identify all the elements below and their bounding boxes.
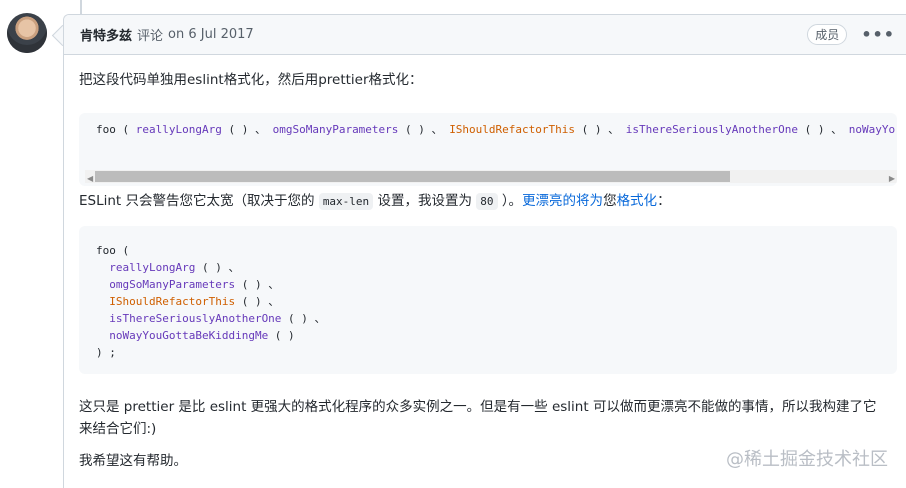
code-token: omgSoManyParameters xyxy=(272,123,399,136)
author-avatar[interactable] xyxy=(7,13,47,53)
paragraph-1: 把这段代码单独用eslint格式化，然后用prettier格式化： xyxy=(79,72,423,88)
text: 设置，我设置为 xyxy=(377,193,472,209)
inline-code-max-len: max-len xyxy=(318,193,374,210)
header-actions: 成员 ••• xyxy=(807,24,895,45)
timeline-line xyxy=(80,0,82,14)
code-token: ) ; xyxy=(96,346,116,359)
text: ）。 xyxy=(501,193,523,209)
code-lines: foo ( reallyLongArg ( ) 、 omgSoManyParam… xyxy=(96,242,326,361)
code-token: IShouldRefactorThis xyxy=(449,123,576,136)
code-token: noWayYo xyxy=(848,123,896,136)
code-token: isThereSeriouslyAnotherOne xyxy=(625,123,798,136)
member-badge: 成员 xyxy=(807,24,848,45)
scroll-right-icon[interactable]: ▶ xyxy=(889,173,895,186)
text: 您 xyxy=(603,193,617,209)
code-token: ( ) 、 xyxy=(235,278,280,291)
inline-code-80: 80 xyxy=(476,193,498,210)
comment-header: 肯特多兹 评论 on 6 Jul 2017 成员 ••• xyxy=(64,15,906,55)
code-token: ( ) 、 xyxy=(575,123,626,136)
text: ESLint 只会警告您它太宽（取决于您的 xyxy=(79,193,315,209)
author-name[interactable]: 肯特多兹 xyxy=(80,25,132,44)
code-token: ( ) 、 xyxy=(235,295,280,308)
link-prettier[interactable]: 更漂亮的将为 xyxy=(522,193,603,209)
code-token: ( xyxy=(115,244,130,257)
watermark-text: @稀土掘金技术社区 xyxy=(726,449,888,470)
code-token: ( ) 、 xyxy=(398,123,450,136)
code-token: foo xyxy=(96,123,116,136)
code-token: foo xyxy=(96,244,116,257)
paragraph-2: ESLint 只会警告您它太宽（取决于您的 max-len 设置，我设置为 80… xyxy=(79,191,671,213)
text: ： xyxy=(657,193,671,209)
code-token: IShouldRefactorThis xyxy=(96,295,236,308)
code-token: ( ) 、 xyxy=(281,312,326,325)
paragraph-3: 这只是 prettier 是比 eslint 更强大的格式化程序的众多实例之一。… xyxy=(79,399,877,437)
comment-action: 评论 xyxy=(137,29,164,44)
code-token: ( ) xyxy=(268,329,295,342)
code-token: ( ) 、 xyxy=(797,123,849,136)
scrollbar-thumb[interactable] xyxy=(95,171,730,182)
code-token: reallyLongArg xyxy=(96,261,196,274)
code-token: isThereSeriouslyAnotherOne xyxy=(96,312,282,325)
code-token: ( ) 、 xyxy=(195,261,240,274)
code-token: noWayYouGottaBeKiddingMe xyxy=(96,329,269,342)
code-token: reallyLongArg xyxy=(135,123,222,136)
code-block-formatted[interactable]: foo ( reallyLongArg ( ) 、 omgSoManyParam… xyxy=(79,226,897,374)
code-block-single-line[interactable]: foo ( reallyLongArg ( ) 、 omgSoManyParam… xyxy=(79,113,897,186)
code-token: omgSoManyParameters xyxy=(96,278,236,291)
code-token: ( xyxy=(115,123,136,136)
paragraph-4: 我希望这有帮助。 xyxy=(79,453,187,469)
comment-date[interactable]: on 6 Jul 2017 xyxy=(168,27,254,42)
scroll-left-icon[interactable]: ◀ xyxy=(87,173,93,186)
horizontal-scrollbar[interactable]: ◀ ▶ xyxy=(85,170,897,183)
code-line: foo ( reallyLongArg ( ) 、 omgSoManyParam… xyxy=(96,121,895,139)
link-format[interactable]: 格式化 xyxy=(617,193,658,209)
comment-box: 肯特多兹 评论 on 6 Jul 2017 成员 ••• 把这段代码单独用esl… xyxy=(63,14,906,488)
kebab-horizontal-icon[interactable]: ••• xyxy=(861,25,895,44)
code-token: ( ) 、 xyxy=(221,123,273,136)
